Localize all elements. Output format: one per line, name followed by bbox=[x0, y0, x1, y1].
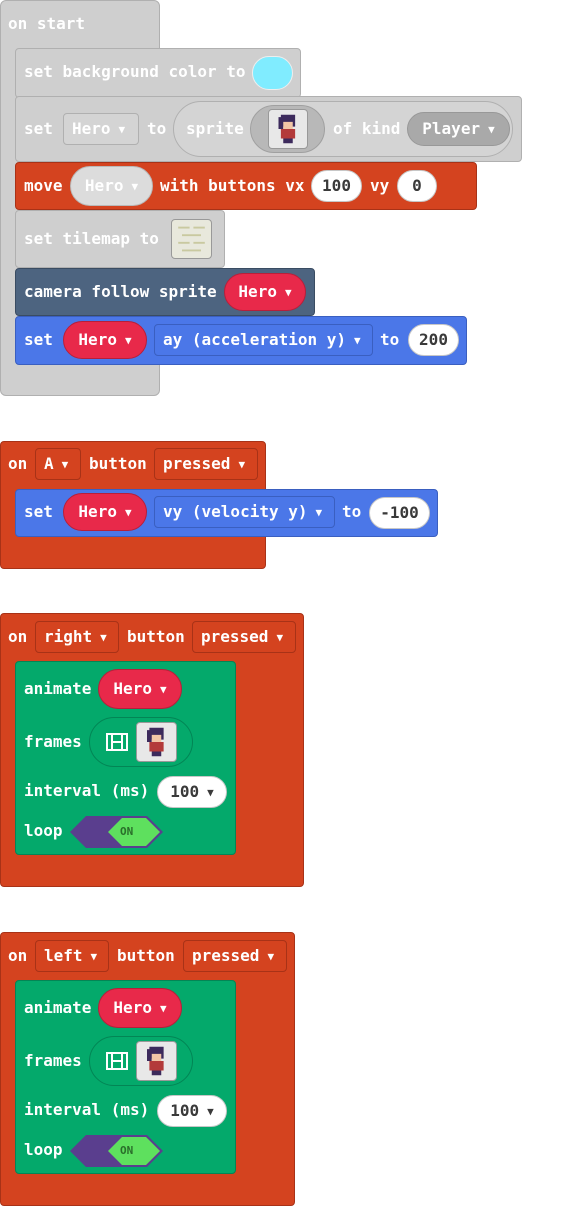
chevron-down-icon: ▼ bbox=[267, 949, 275, 963]
chevron-down-icon: ▼ bbox=[118, 122, 126, 136]
velocity-property-value: vy (velocity y) bbox=[163, 502, 308, 521]
film-icon bbox=[106, 1051, 128, 1071]
set2-to-label: to bbox=[380, 330, 400, 349]
right-event-value: pressed bbox=[201, 627, 269, 646]
chevron-down-icon: ▼ bbox=[124, 333, 132, 347]
hero-sprite-icon[interactable] bbox=[136, 722, 177, 762]
set2-label: set bbox=[24, 330, 53, 349]
velocity-variable-dropdown[interactable]: Hero ▼ bbox=[63, 493, 147, 531]
right-animate-variable[interactable]: Hero ▼ bbox=[98, 669, 182, 709]
left-button-label: button bbox=[117, 946, 175, 965]
right-event-dropdown[interactable]: pressed ▼ bbox=[192, 621, 296, 653]
chevron-down-icon: ▼ bbox=[207, 785, 214, 799]
set2-value-input[interactable]: 200 bbox=[408, 324, 459, 356]
chevron-down-icon: ▼ bbox=[284, 285, 292, 299]
velocity-value-input[interactable]: -100 bbox=[369, 497, 430, 529]
a-button-dropdown[interactable]: A ▼ bbox=[35, 448, 81, 480]
velocity-to-label: to bbox=[342, 502, 362, 521]
chevron-down-icon: ▼ bbox=[131, 179, 139, 193]
vy-input[interactable]: 0 bbox=[397, 170, 437, 202]
chevron-down-icon: ▼ bbox=[159, 682, 167, 696]
right-interval-dropdown[interactable]: 100 ▼ bbox=[157, 776, 227, 808]
left-animate-label: animate bbox=[24, 998, 92, 1017]
right-button-dropdown[interactable]: right ▼ bbox=[35, 621, 119, 653]
vx-input[interactable]: 100 bbox=[311, 170, 362, 202]
chevron-down-icon: ▼ bbox=[159, 1001, 167, 1015]
right-frames-label: frames bbox=[24, 732, 82, 751]
a-event-dropdown[interactable]: pressed ▼ bbox=[154, 448, 258, 480]
chevron-down-icon: ▼ bbox=[124, 505, 132, 519]
left-event-value: pressed bbox=[192, 946, 260, 965]
chevron-down-icon: ▼ bbox=[238, 457, 246, 471]
left-interval-value: 100 bbox=[170, 1101, 200, 1120]
set-label: set bbox=[24, 119, 53, 138]
right-animate-label: animate bbox=[24, 679, 92, 698]
camera-variable-dropdown[interactable]: Hero ▼ bbox=[224, 273, 306, 311]
velocity-variable-value: Hero bbox=[78, 502, 117, 521]
right-loop-label: loop bbox=[24, 821, 63, 840]
sprite-label: sprite bbox=[186, 119, 244, 138]
a-event-value: pressed bbox=[163, 454, 231, 473]
right-animate-variable-value: Hero bbox=[113, 679, 152, 698]
set2-property-dropdown[interactable]: ay (acceleration y) ▼ bbox=[154, 324, 373, 356]
hero-sprite-icon[interactable] bbox=[268, 109, 308, 149]
set2-property-value: ay (acceleration y) bbox=[163, 330, 347, 349]
move-variable-value: Hero bbox=[84, 176, 124, 195]
on-label: on bbox=[8, 454, 28, 473]
left-animate-variable[interactable]: Hero ▼ bbox=[98, 988, 182, 1028]
set-variable-value: Hero bbox=[72, 119, 111, 138]
left-loop-toggle[interactable]: ON bbox=[70, 1135, 163, 1167]
film-icon bbox=[106, 732, 128, 752]
set-tilemap-label: set tilemap to bbox=[24, 229, 159, 248]
left-interval-dropdown[interactable]: 100 ▼ bbox=[157, 1095, 227, 1127]
camera-variable-value: Hero bbox=[238, 282, 277, 301]
camera-follow-label: camera follow sprite bbox=[24, 282, 217, 301]
left-event-dropdown[interactable]: pressed ▼ bbox=[183, 940, 287, 972]
left-loop-label: loop bbox=[24, 1140, 63, 1159]
on-start-label: on start bbox=[8, 14, 86, 33]
background-color-swatch[interactable] bbox=[252, 56, 293, 90]
chevron-down-icon: ▼ bbox=[61, 457, 69, 471]
right-interval-label: interval (ms) bbox=[24, 781, 150, 800]
left-button-value: left bbox=[44, 946, 83, 965]
chevron-down-icon: ▼ bbox=[488, 122, 495, 136]
button-label: button bbox=[89, 454, 147, 473]
vy-label: vy bbox=[370, 176, 390, 195]
move-variable-dropdown[interactable]: Hero ▼ bbox=[70, 166, 153, 206]
velocity-property-dropdown[interactable]: vy (velocity y) ▼ bbox=[154, 496, 335, 528]
with-buttons-label: with buttons vx bbox=[160, 176, 305, 195]
right-interval-value: 100 bbox=[170, 782, 200, 801]
hero-sprite-icon[interactable] bbox=[136, 1041, 177, 1081]
chevron-down-icon: ▼ bbox=[276, 630, 284, 644]
left-frames-label: frames bbox=[24, 1051, 82, 1070]
move-label: move bbox=[24, 176, 63, 195]
set-background-label: set background color to bbox=[24, 62, 246, 81]
set-velocity-label: set bbox=[24, 502, 53, 521]
left-interval-label: interval (ms) bbox=[24, 1100, 150, 1119]
chevron-down-icon: ▼ bbox=[354, 333, 361, 347]
on-left-label: on bbox=[8, 946, 28, 965]
right-button-value: right bbox=[44, 627, 93, 646]
chevron-down-icon: ▼ bbox=[315, 505, 323, 519]
set-variable-dropdown[interactable]: Hero ▼ bbox=[63, 113, 139, 145]
kind-value: Player bbox=[422, 119, 481, 138]
right-button-label: button bbox=[127, 627, 185, 646]
left-button-dropdown[interactable]: left ▼ bbox=[35, 940, 109, 972]
of-kind-label: of kind bbox=[333, 119, 401, 138]
left-loop-value: ON bbox=[120, 1144, 134, 1157]
kind-dropdown[interactable]: Player ▼ bbox=[407, 112, 510, 146]
left-animate-variable-value: Hero bbox=[113, 998, 152, 1017]
set2-variable-dropdown[interactable]: Hero ▼ bbox=[63, 321, 147, 359]
right-loop-toggle[interactable]: ON bbox=[70, 816, 163, 848]
to-label: to bbox=[147, 119, 167, 138]
chevron-down-icon: ▼ bbox=[100, 630, 107, 644]
set2-variable-value: Hero bbox=[78, 330, 117, 349]
chevron-down-icon: ▼ bbox=[90, 949, 98, 963]
right-loop-value: ON bbox=[120, 825, 134, 838]
chevron-down-icon: ▼ bbox=[207, 1104, 214, 1118]
a-button-value: A bbox=[44, 454, 54, 473]
on-right-label: on bbox=[8, 627, 28, 646]
tilemap-icon[interactable] bbox=[171, 219, 212, 259]
